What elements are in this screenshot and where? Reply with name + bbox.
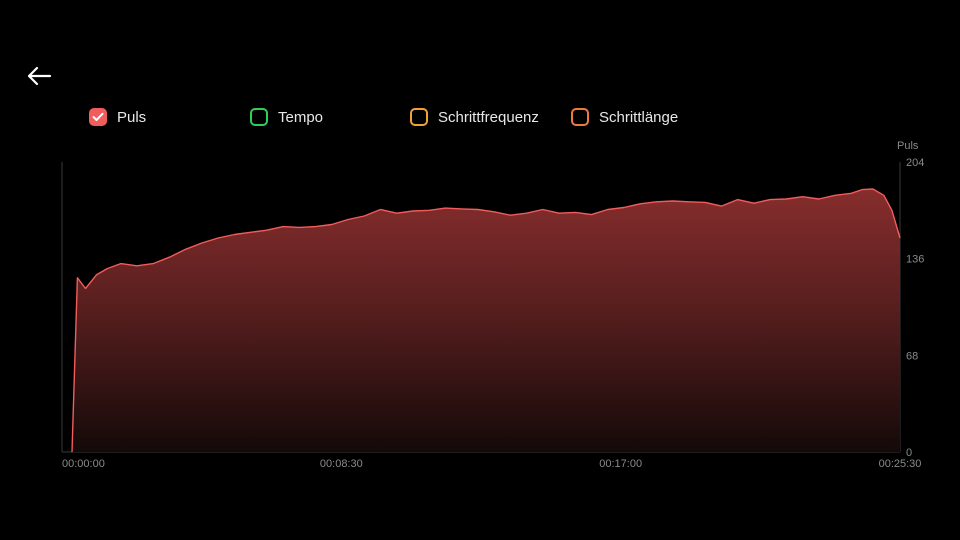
puls-area — [72, 189, 900, 452]
x-tick-label: 00:17:00 — [599, 458, 642, 470]
x-tick-label: 00:25:30 — [879, 458, 922, 470]
y-tick-label: 136 — [906, 254, 924, 266]
x-tick-label: 00:00:00 — [62, 458, 105, 470]
y-tick-label: 204 — [906, 157, 924, 169]
x-tick-label: 00:08:30 — [320, 458, 363, 470]
y-tick-label: 68 — [906, 350, 918, 362]
y-axis-title: Puls — [897, 140, 919, 152]
heart-rate-chart: Puls 068136204 00:00:00 00:08:30 00:17:00 0… — [61, 140, 924, 470]
